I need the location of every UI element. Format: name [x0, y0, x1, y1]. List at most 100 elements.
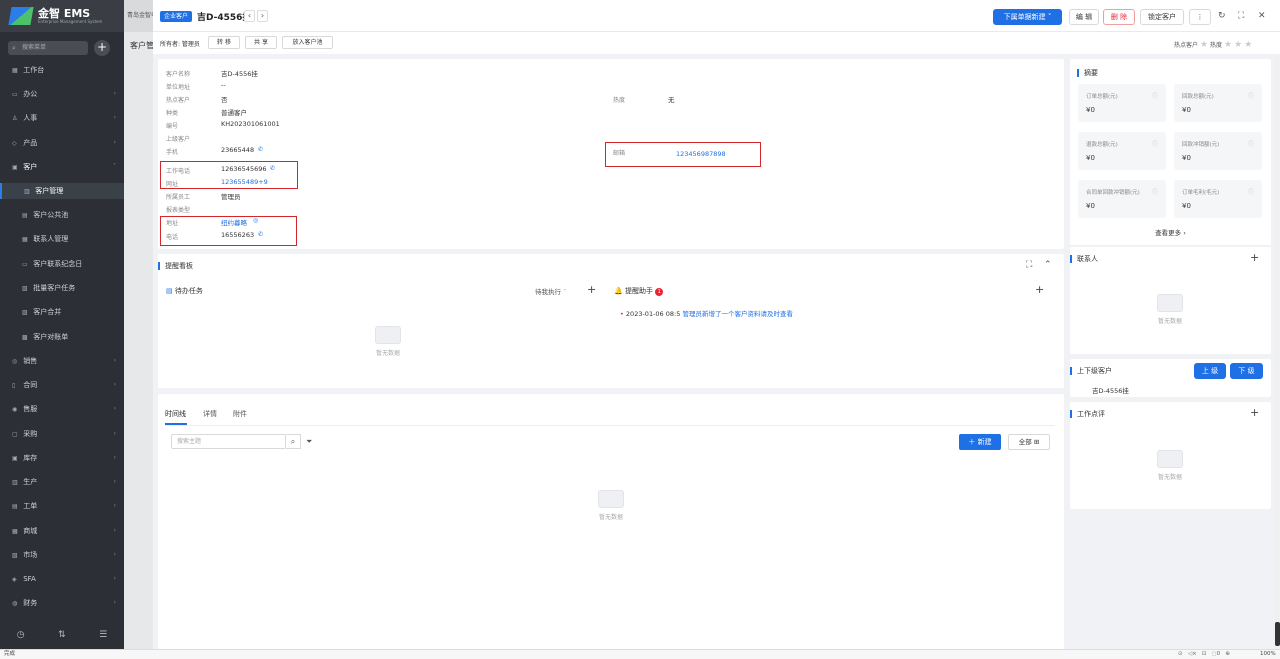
- sidebar-item-contract[interactable]: ▯ 合同 ›: [0, 377, 124, 393]
- heat-label: 热度: [613, 97, 626, 104]
- contacts-empty: 暂无数据: [1140, 294, 1200, 325]
- sidebar-item-market[interactable]: ▧ 市场 ›: [0, 547, 124, 563]
- move-to-pool-button[interactable]: 放入客户池: [282, 36, 333, 49]
- sidebar-item-stock[interactable]: ▣ 库存 ›: [0, 450, 124, 466]
- sidebar-item-workbench[interactable]: ▦ 工作台: [0, 62, 124, 78]
- task-icon: ▧: [22, 285, 28, 292]
- customer-manage-icon: ▥: [24, 188, 30, 195]
- sidebar-item-mall[interactable]: ▦ 商城 ›: [0, 523, 124, 539]
- field-label: 手机: [166, 149, 179, 156]
- delete-button[interactable]: 删 除: [1103, 9, 1135, 25]
- share-button[interactable]: 共 享: [245, 36, 277, 49]
- reminder-entry[interactable]: • 2023-01-06 08:5 管理员新增了一个客户资料请及时查看: [620, 308, 793, 318]
- fullscreen-icon[interactable]: ⛶: [1238, 11, 1244, 21]
- add-menu-button[interactable]: +: [94, 40, 110, 56]
- expand-icon[interactable]: ⛶: [1026, 260, 1032, 270]
- info-icon: ⓘ: [1247, 189, 1254, 196]
- hierarchy-item[interactable]: 吉D-4556挂: [1092, 385, 1129, 395]
- scrollbar[interactable]: [1275, 55, 1280, 649]
- search-icon: ⌕: [12, 44, 16, 52]
- info-icon: ⓘ: [1151, 141, 1158, 148]
- chevron-down-icon: ˅: [1047, 13, 1052, 21]
- zoom-level[interactable]: 100%: [1260, 650, 1276, 659]
- collapse-icon[interactable]: ⌃: [1044, 260, 1052, 270]
- sidebar-item-contacts[interactable]: ▦ 联系人管理: [0, 231, 124, 247]
- sidebar-item-office[interactable]: ▭ 办公 ›: [0, 86, 124, 102]
- star-icon: ★: [1244, 40, 1253, 50]
- sidebar-item-finance[interactable]: ◍ 财务 ›: [0, 595, 124, 611]
- sidebar-item-hr[interactable]: ♙ 人事 ›: [0, 110, 124, 126]
- field-value: 普通客户: [221, 109, 247, 117]
- sidebar-item-merge[interactable]: ▨ 客户合并: [0, 304, 124, 320]
- add-contact-button[interactable]: +: [1250, 251, 1259, 264]
- timeline-all-button[interactable]: 全部 ⊞: [1008, 434, 1050, 450]
- sidebar-item-anniversary[interactable]: ▭ 客户联系纪念日: [0, 256, 124, 272]
- empty-box-icon: [598, 490, 624, 508]
- todo-filter-select[interactable]: 待我执行 ˅: [535, 286, 566, 296]
- review-empty: 暂无数据: [1140, 450, 1200, 481]
- empty-box-icon: [1157, 450, 1183, 468]
- phone-icon[interactable]: ✆: [258, 146, 263, 153]
- sidebar-item-customer-pool[interactable]: ▤ 客户公共池: [0, 207, 124, 223]
- close-icon[interactable]: ✕: [1258, 11, 1266, 21]
- field-label: 热点客户: [166, 97, 191, 104]
- todo-icon: ▤: [166, 287, 173, 295]
- sidebar-item-sales[interactable]: ◎ 销售 ›: [0, 353, 124, 369]
- sidebar-item-customer[interactable]: ▣ 客户 ˅: [0, 159, 124, 175]
- summary-card: 退款总额(元) ¥0 ⓘ: [1078, 132, 1166, 170]
- scrollbar-thumb[interactable]: [1275, 622, 1280, 646]
- menu-search-input[interactable]: ⌕ 搜索菜单: [8, 41, 88, 55]
- info-icon: ⓘ: [1151, 93, 1158, 100]
- tab-attachment[interactable]: 附件: [233, 409, 247, 419]
- field-label: 客户名称: [166, 71, 191, 78]
- more-actions-button[interactable]: ⋮: [1189, 9, 1211, 25]
- company-name: 青岛金智电子: [124, 0, 153, 32]
- sidebar-item-service[interactable]: ◉ 售服 ›: [0, 401, 124, 417]
- sidebar-item-customer-manage[interactable]: ▥ 客户管理: [0, 183, 124, 199]
- prev-record-button[interactable]: ‹: [244, 10, 255, 22]
- timeline-create-button[interactable]: ＋ 新建: [959, 434, 1001, 450]
- search-icon[interactable]: ⌕: [286, 434, 301, 449]
- view-more-link[interactable]: 查看更多 ›: [1070, 227, 1271, 237]
- sidebar-item-sfa[interactable]: ◈ SFA ›: [0, 571, 124, 587]
- sidebar-item-purchase[interactable]: ▢ 采购 ›: [0, 426, 124, 442]
- field-label: 上级客户: [166, 136, 191, 143]
- transfer-button[interactable]: 转 移: [208, 36, 240, 49]
- sidebar-item-statement[interactable]: ▩ 客户对账单: [0, 329, 124, 345]
- next-record-button[interactable]: ›: [257, 10, 268, 22]
- child-customer-button[interactable]: 下 级: [1230, 363, 1263, 379]
- statement-icon: ▩: [22, 334, 28, 341]
- add-reminder-button[interactable]: +: [1035, 283, 1044, 296]
- timeline-search-input[interactable]: 搜索主题: [171, 434, 286, 449]
- edit-button[interactable]: 编 辑: [1069, 9, 1099, 25]
- sidebar-item-workorder[interactable]: ▤ 工单 ›: [0, 498, 124, 514]
- star-icon: ★: [1234, 40, 1243, 50]
- hot-rating: 热点客户 ★ 热度 ★ ★ ★: [1174, 40, 1253, 50]
- add-review-button[interactable]: +: [1250, 406, 1259, 419]
- owner-label: 所有者: 管理员: [160, 41, 200, 48]
- sidebar-item-product[interactable]: ◇ 产品 ›: [0, 135, 124, 151]
- tab-timeline[interactable]: 时间线: [165, 409, 186, 419]
- sfa-icon: ◈: [12, 576, 17, 583]
- history-icon[interactable]: ◷: [17, 630, 25, 640]
- add-todo-button[interactable]: +: [587, 283, 596, 296]
- new-subdocument-button[interactable]: 下属单据新建 ˅: [993, 9, 1062, 25]
- market-icon: ▧: [12, 552, 18, 559]
- brand-sub: Enterprise Management System: [38, 18, 103, 24]
- sort-icon[interactable]: ⇅: [58, 630, 66, 640]
- parent-customer-button[interactable]: 上 级: [1194, 363, 1226, 379]
- refresh-icon[interactable]: ↻: [1218, 11, 1226, 21]
- field-label: 单位地址: [166, 84, 191, 91]
- sidebar-item-production[interactable]: ▥ 生产 ›: [0, 474, 124, 490]
- lock-customer-button[interactable]: 锁定客户: [1140, 9, 1184, 25]
- star-icon: ★: [1200, 40, 1209, 50]
- tab-detail[interactable]: 详情: [203, 409, 217, 419]
- field-label: 所属员工: [166, 194, 191, 201]
- highlight-box: [160, 216, 297, 246]
- menu-icon[interactable]: ☰: [99, 630, 107, 640]
- dashboard-icon: ▦: [12, 67, 18, 74]
- filter-icon[interactable]: ⏷: [306, 437, 312, 447]
- sidebar-item-batch-task[interactable]: ▧ 批量客户任务: [0, 280, 124, 296]
- todo-section-title: ▤ 待办任务: [166, 287, 203, 295]
- app-logo[interactable]: 金智 EMS Enterprise Management System: [0, 0, 124, 32]
